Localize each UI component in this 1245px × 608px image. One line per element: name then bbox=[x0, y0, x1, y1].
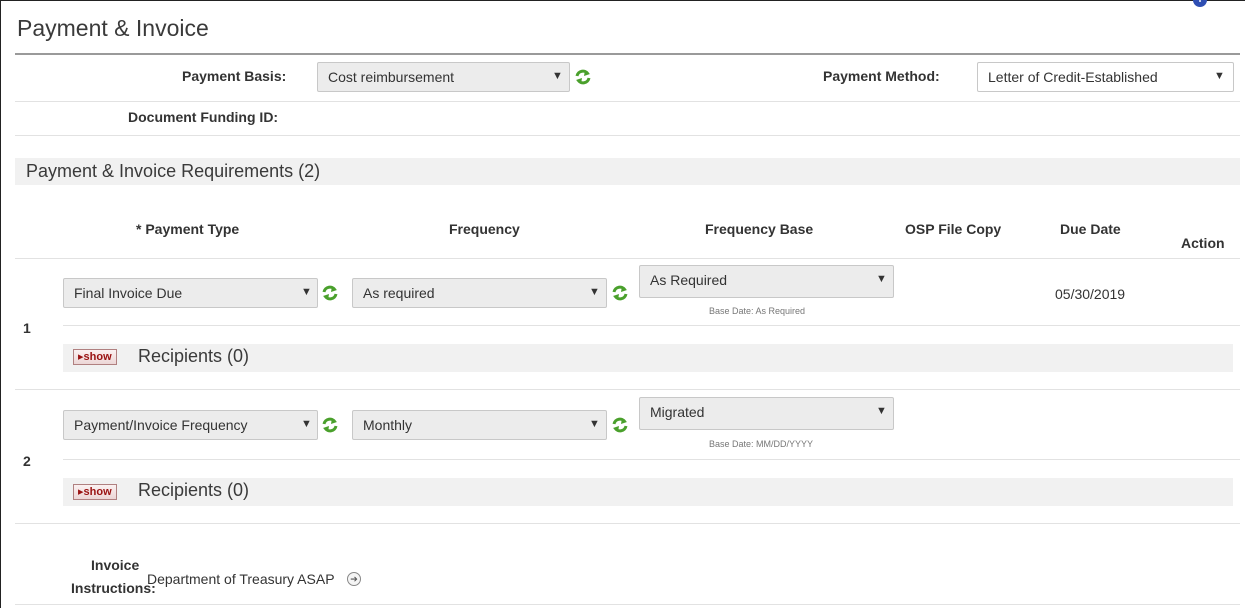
frequency-value: Monthly bbox=[363, 417, 413, 433]
frequency-base-value: Migrated bbox=[650, 404, 705, 420]
refresh-icon[interactable] bbox=[321, 284, 339, 302]
payment-basis-select[interactable]: Cost reimbursement ▼ bbox=[317, 62, 570, 92]
due-date-value: 05/30/2019 bbox=[1055, 286, 1126, 302]
payment-basis-value: Cost reimbursement bbox=[328, 69, 455, 85]
base-date-note: Base Date: As Required bbox=[709, 306, 806, 316]
divider bbox=[15, 604, 1240, 605]
payment-basis-label: Payment Basis: bbox=[182, 68, 287, 84]
chevron-down-icon: ▼ bbox=[301, 286, 312, 298]
recipients-label: Recipients (0) bbox=[138, 346, 250, 366]
payment-invoice-panel: i Payment & Invoice Payment Basis: Cost … bbox=[0, 0, 1245, 608]
divider bbox=[63, 459, 1240, 460]
invoice-instructions-label-line1: Invoice bbox=[91, 557, 140, 573]
frequency-base-value: As Required bbox=[650, 272, 728, 288]
chevron-down-icon: ▼ bbox=[589, 286, 600, 298]
payment-type-select[interactable]: Payment/Invoice Frequency ▼ bbox=[63, 410, 318, 440]
divider bbox=[15, 101, 1240, 102]
requirements-section-title: Payment & Invoice Requirements (2) bbox=[26, 161, 321, 181]
refresh-icon[interactable] bbox=[321, 416, 339, 434]
payment-type-select[interactable]: Final Invoice Due ▼ bbox=[63, 278, 318, 308]
payment-method-value: Letter of Credit-Established bbox=[988, 69, 1158, 85]
col-osp-file-copy: OSP File Copy bbox=[905, 221, 1002, 237]
row-number: 2 bbox=[23, 453, 31, 469]
chevron-down-icon: ▼ bbox=[552, 70, 563, 82]
divider bbox=[15, 258, 1240, 259]
invoice-instructions-value: Department of Treasury ASAP bbox=[147, 571, 335, 587]
chevron-down-icon: ▼ bbox=[876, 273, 887, 285]
divider bbox=[63, 325, 1240, 326]
col-frequency: Frequency bbox=[449, 221, 520, 237]
frequency-select[interactable]: As required ▼ bbox=[352, 278, 607, 308]
payment-type-value: Payment/Invoice Frequency bbox=[74, 417, 248, 433]
show-recipients-button[interactable]: ▸show bbox=[73, 349, 117, 365]
frequency-value: As required bbox=[363, 285, 435, 301]
refresh-icon[interactable] bbox=[611, 284, 629, 302]
divider bbox=[15, 523, 1240, 524]
arrow-right-circle-icon[interactable]: ➔ bbox=[347, 572, 361, 586]
page-title: Payment & Invoice bbox=[17, 15, 209, 41]
divider bbox=[15, 135, 1240, 136]
base-date-note: Base Date: MM/DD/YYYY bbox=[709, 439, 814, 449]
title-divider bbox=[15, 53, 1240, 55]
refresh-icon[interactable] bbox=[611, 416, 629, 434]
row-number: 1 bbox=[23, 320, 31, 336]
frequency-select[interactable]: Monthly ▼ bbox=[352, 410, 607, 440]
col-frequency-base: Frequency Base bbox=[705, 221, 814, 237]
document-funding-id-label: Document Funding ID: bbox=[128, 109, 279, 125]
info-icon[interactable]: i bbox=[1193, 0, 1207, 7]
refresh-icon[interactable] bbox=[574, 68, 592, 86]
recipients-label: Recipients (0) bbox=[138, 480, 250, 500]
chevron-down-icon: ▼ bbox=[876, 405, 887, 417]
col-action: Action bbox=[1181, 235, 1225, 251]
payment-type-value: Final Invoice Due bbox=[74, 285, 183, 301]
divider bbox=[15, 389, 1240, 390]
payment-method-select[interactable]: Letter of Credit-Established ▼ bbox=[977, 62, 1234, 92]
chevron-down-icon: ▼ bbox=[301, 418, 312, 430]
frequency-base-select[interactable]: Migrated ▼ bbox=[639, 397, 894, 430]
payment-method-label: Payment Method: bbox=[823, 68, 940, 84]
show-recipients-button[interactable]: ▸show bbox=[73, 484, 117, 500]
col-payment-type: * Payment Type bbox=[136, 221, 240, 237]
chevron-down-icon: ▼ bbox=[589, 418, 600, 430]
frequency-base-select[interactable]: As Required ▼ bbox=[639, 265, 894, 298]
chevron-down-icon: ▼ bbox=[1214, 70, 1225, 82]
col-due-date: Due Date bbox=[1060, 221, 1121, 237]
invoice-instructions-label-line2: Instructions: bbox=[71, 580, 156, 596]
